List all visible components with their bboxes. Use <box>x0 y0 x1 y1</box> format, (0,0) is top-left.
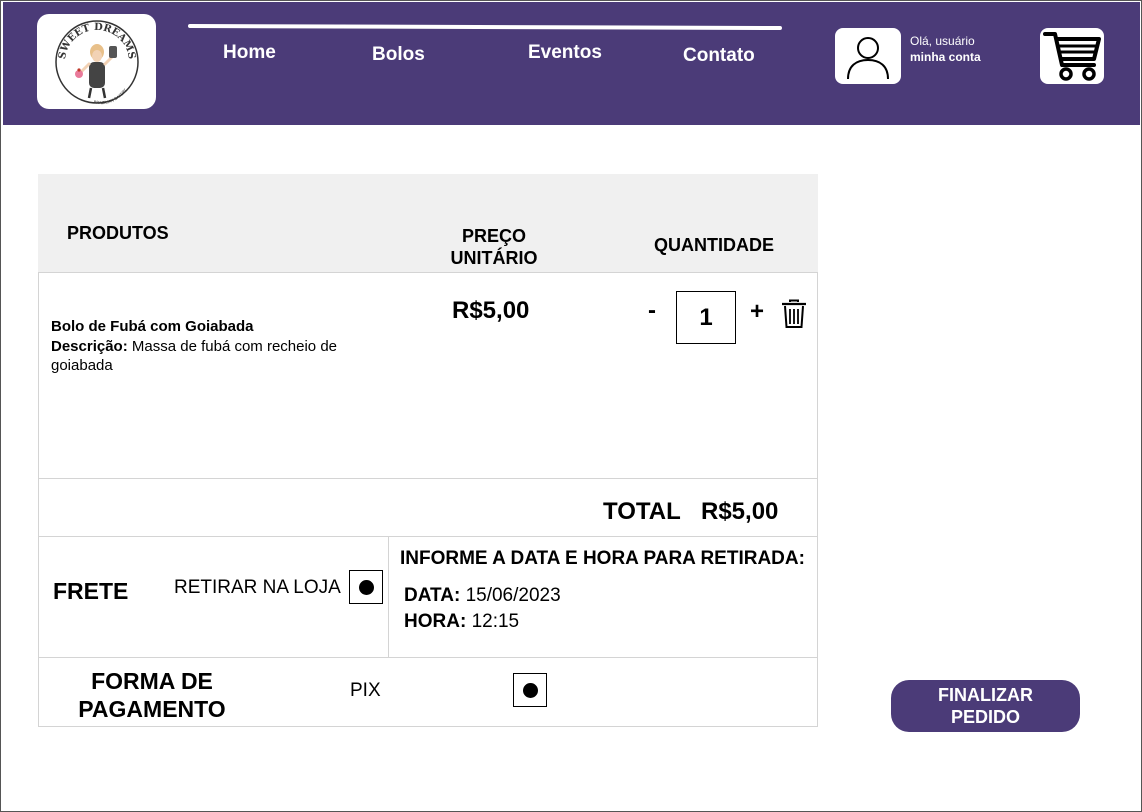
pickup-option-radio[interactable] <box>349 570 383 604</box>
unit-price: R$5,00 <box>452 297 530 324</box>
user-icon <box>847 37 889 80</box>
brand-logo[interactable]: SWEET DREAMS BRAZILIAN BAKERY <box>37 14 156 109</box>
header-quantity: QUANTIDADE <box>654 235 774 255</box>
nav-bolos[interactable]: Bolos <box>372 44 425 66</box>
header-products: PRODUTOS <box>67 223 169 243</box>
time-label: HORA: <box>404 611 467 632</box>
pix-option-radio[interactable] <box>513 673 547 707</box>
my-account-link[interactable]: minha conta <box>910 49 981 65</box>
greeting-text: Olá, usuário <box>910 34 975 48</box>
date-label: DATA: <box>404 585 461 606</box>
product-name: Bolo de Fubá com Goiabada <box>51 318 254 335</box>
top-header: SWEET DREAMS BRAZILIAN BAKERY Home Bolos… <box>3 2 1140 125</box>
nav-divider <box>187 23 783 31</box>
product-description: Descrição: Massa de fubá com recheio de … <box>51 337 361 375</box>
pix-option-label: PIX <box>350 680 381 701</box>
payment-label: FORMA DE PAGAMENTO <box>68 667 236 723</box>
total-label: TOTAL <box>603 498 681 525</box>
payment-label-line1: FORMA DE <box>91 668 213 694</box>
time-value[interactable]: 12:15 <box>472 611 520 632</box>
account-greeting[interactable]: Olá, usuário minha conta <box>910 33 981 65</box>
total-value: R$5,00 <box>701 498 779 525</box>
cart-button[interactable] <box>1040 28 1104 84</box>
finalize-line2: PEDIDO <box>950 707 1020 727</box>
header-unit-price: PREÇO UNITÁRIO <box>442 225 546 269</box>
header-unit-price-line2: UNITÁRIO <box>450 248 538 268</box>
finalize-order-button[interactable]: FINALIZAR PEDIDO <box>891 680 1080 732</box>
pickup-date[interactable]: DATA: 15/06/2023 <box>404 585 561 607</box>
finalize-line1: FINALIZAR <box>938 685 1033 705</box>
nav-contato[interactable]: Contato <box>683 45 755 67</box>
trash-icon <box>782 299 806 328</box>
header-unit-price-line1: PREÇO <box>461 226 526 246</box>
increase-quantity-button[interactable]: + <box>750 298 764 326</box>
bakery-logo-icon: SWEET DREAMS BRAZILIAN BAKERY <box>54 19 139 105</box>
nav-home[interactable]: Home <box>223 42 276 64</box>
pickup-time[interactable]: HORA: 12:15 <box>404 611 519 633</box>
date-value[interactable]: 15/06/2023 <box>466 585 561 606</box>
nav-eventos[interactable]: Eventos <box>528 42 602 64</box>
shopping-cart-icon <box>1043 32 1101 81</box>
pickup-title: INFORME A DATA E HORA PARA RETIRADA: <box>400 548 805 569</box>
shipping-label: FRETE <box>53 578 129 604</box>
pickup-option-label: RETIRAR NA LOJA <box>174 577 341 598</box>
quantity-input[interactable]: 1 <box>676 291 736 344</box>
decrease-quantity-button[interactable]: - <box>648 297 656 325</box>
account-button[interactable] <box>835 28 901 84</box>
remove-item-button[interactable] <box>781 299 807 334</box>
description-label: Descrição: <box>51 338 128 355</box>
payment-label-line2: PAGAMENTO <box>78 696 226 722</box>
